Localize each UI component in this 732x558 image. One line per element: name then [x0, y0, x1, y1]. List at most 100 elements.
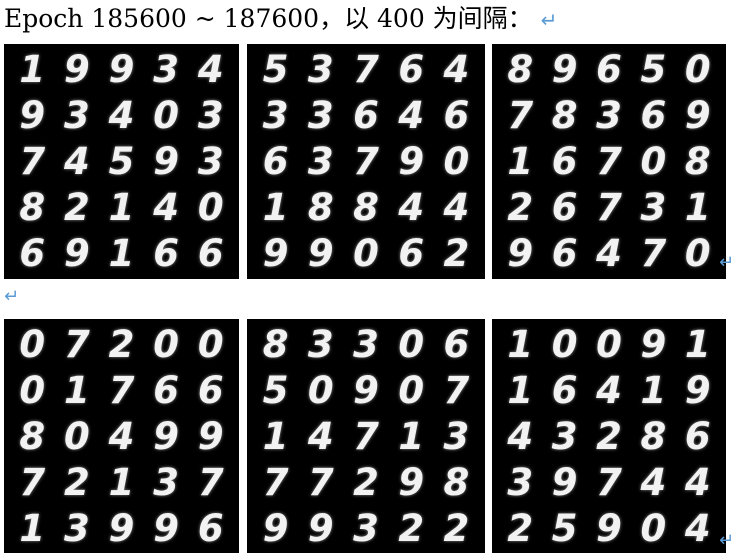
generated-digit: 0	[398, 368, 425, 412]
generated-digit: 7	[596, 460, 622, 504]
generated-digit: 0	[19, 322, 46, 366]
generated-digit: 8	[507, 47, 534, 91]
generated-digit: 9	[262, 506, 289, 550]
generated-digit: 1	[262, 414, 289, 458]
generated-digit: 7	[353, 414, 379, 458]
generated-digit: 0	[596, 322, 622, 366]
generated-digit: 7	[507, 93, 534, 137]
generated-digit: 1	[64, 368, 90, 412]
generated-digit: 0	[443, 139, 470, 183]
generated-digit: 8	[443, 460, 470, 504]
generated-digit: 3	[64, 506, 90, 550]
generated-digit: 7	[640, 232, 667, 276]
generated-digit: 2	[108, 322, 135, 366]
generated-digit: 8	[640, 414, 667, 458]
return-mark-icon: ↵	[4, 286, 20, 307]
generated-digit: 7	[353, 139, 379, 183]
generated-digit: 1	[19, 47, 46, 91]
generated-digit: 7	[596, 186, 622, 230]
generated-digit: 2	[596, 414, 622, 458]
heading-text: Epoch 185600 ~ 187600，以 400 为间隔：	[4, 4, 533, 33]
generated-digit: 0	[551, 322, 578, 366]
generated-digit: 9	[153, 139, 179, 183]
generated-digit: 7	[64, 322, 90, 366]
generated-digit: 3	[307, 322, 334, 366]
generated-digit: 9	[64, 47, 90, 91]
generated-digit: 9	[507, 232, 534, 276]
generated-digit: 2	[398, 506, 425, 550]
generated-digit: 8	[307, 186, 334, 230]
generated-digit: 1	[640, 368, 667, 412]
digit-grid-3: 8965078369167082673196470	[492, 44, 726, 279]
generated-digit: 7	[307, 460, 334, 504]
generated-digit: 4	[596, 232, 622, 276]
generated-digit: 0	[640, 506, 667, 550]
generated-digit: 9	[398, 139, 425, 183]
generated-digit: 4	[197, 47, 224, 91]
digit-grid-6: 1009116419432863974425904	[492, 319, 726, 553]
generated-digit: 6	[443, 93, 470, 137]
generated-digit: 9	[596, 506, 622, 550]
generated-digit: 4	[108, 414, 135, 458]
generated-digit: 4	[64, 139, 90, 183]
generated-digit: 6	[551, 139, 578, 183]
generated-digit: 4	[153, 186, 179, 230]
generated-digit: 6	[443, 322, 470, 366]
generated-digit: 7	[19, 460, 46, 504]
generated-digit: 4	[307, 414, 334, 458]
generated-digit: 3	[262, 93, 289, 137]
generated-digit: 0	[197, 186, 224, 230]
generated-digit: 0	[684, 232, 711, 276]
generated-digit: 1	[19, 506, 46, 550]
generated-digit: 9	[197, 414, 224, 458]
generated-digit: 9	[684, 93, 711, 137]
generated-digit: 8	[19, 414, 46, 458]
generated-digit: 9	[108, 47, 135, 91]
generated-digit: 3	[596, 93, 622, 137]
generated-digit: 1	[507, 368, 534, 412]
generated-digit: 2	[443, 232, 470, 276]
generated-digit: 0	[153, 322, 179, 366]
generated-digit: 9	[153, 414, 179, 458]
return-mark-icon: ↵	[719, 530, 732, 551]
generated-digit: 1	[262, 186, 289, 230]
generated-digit: 9	[551, 460, 578, 504]
generated-digit: 9	[108, 506, 135, 550]
generated-digit: 7	[443, 368, 470, 412]
generated-digit: 9	[640, 322, 667, 366]
generated-digit: 6	[153, 232, 179, 276]
generated-digit: 4	[108, 93, 135, 137]
generated-digit: 1	[108, 232, 135, 276]
generated-digit: 9	[684, 368, 711, 412]
generated-digit: 9	[19, 93, 46, 137]
generated-digit: 3	[64, 93, 90, 137]
generated-digit: 2	[64, 186, 90, 230]
generated-digit: 5	[262, 368, 289, 412]
generated-digit: 5	[262, 47, 289, 91]
generated-digit: 1	[507, 139, 534, 183]
generated-digit: 3	[640, 186, 667, 230]
generated-digit: 4	[398, 186, 425, 230]
generated-digit: 3	[307, 47, 334, 91]
generated-digit: 3	[197, 93, 224, 137]
generated-digit: 7	[596, 139, 622, 183]
generated-digit: 4	[507, 414, 534, 458]
generated-digit: 0	[353, 232, 379, 276]
generated-digit: 7	[262, 460, 289, 504]
generated-digit: 6	[197, 506, 224, 550]
generated-digit: 9	[153, 506, 179, 550]
digit-grid-2: 5376433646637901884499062	[247, 44, 485, 279]
generated-digit: 4	[684, 460, 711, 504]
generated-digit: 1	[398, 414, 425, 458]
heading-line: Epoch 185600 ~ 187600，以 400 为间隔： ↵	[4, 2, 557, 36]
generated-digit: 4	[684, 506, 711, 550]
generated-digit: 8	[19, 186, 46, 230]
generated-digit: 0	[398, 322, 425, 366]
generated-digit: 0	[307, 368, 334, 412]
digit-grid-1: 1993493403745938214069166	[4, 44, 239, 279]
generated-digit: 6	[596, 47, 622, 91]
generated-digit: 7	[353, 47, 379, 91]
generated-digit: 6	[640, 93, 667, 137]
generated-digit: 5	[108, 139, 135, 183]
generated-digit: 2	[353, 460, 379, 504]
